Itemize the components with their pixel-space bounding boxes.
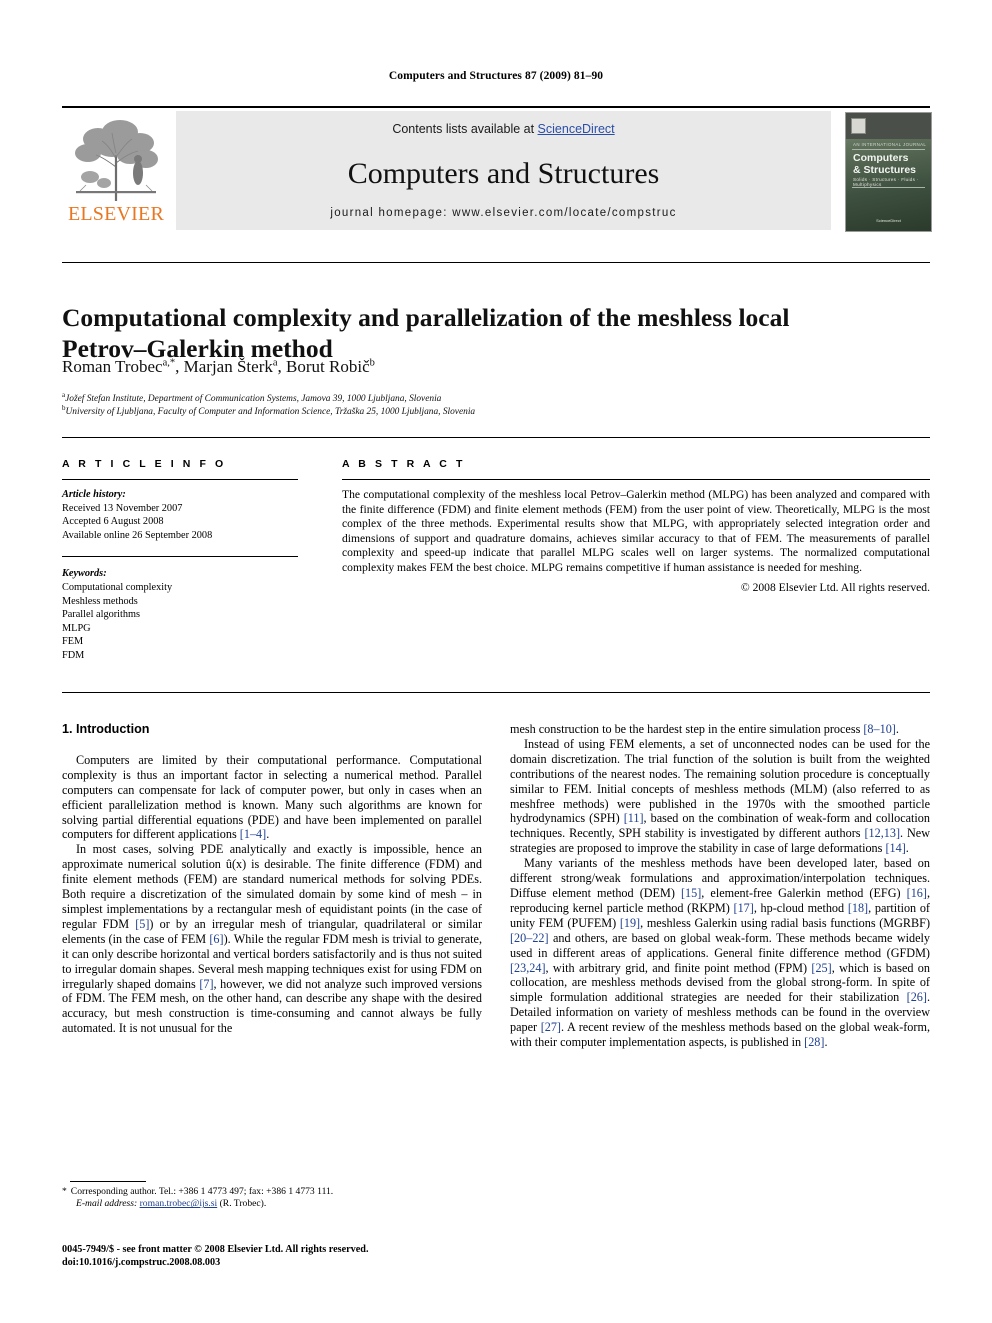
paragraph: Many variants of the meshless methods ha… xyxy=(510,856,931,1050)
section-heading-introduction: 1. Introduction xyxy=(62,722,150,736)
article-info-rule xyxy=(62,479,298,480)
elsevier-wordmark: ELSEVIER xyxy=(67,203,165,225)
email-link[interactable]: roman.trobec@ijs.si xyxy=(140,1198,218,1209)
keywords-label: Keywords: xyxy=(62,568,107,580)
abstract-rule xyxy=(342,479,930,480)
cover-footer: ScienceDirect xyxy=(876,218,901,223)
citation-ref[interactable]: [17] xyxy=(734,901,754,915)
article-history-group: Article history: Received 13 November 20… xyxy=(62,488,298,542)
article-title: Computational complexity and paralleliza… xyxy=(62,303,790,364)
history-available-online: Available online 26 September 2008 xyxy=(62,529,213,541)
citation-ref[interactable]: [28] xyxy=(804,1035,824,1049)
cover-pretitle: AN INTERNATIONAL JOURNAL xyxy=(853,142,927,147)
author-name: Borut Robič xyxy=(286,357,370,376)
cover-publisher-mark xyxy=(851,118,866,134)
citation-ref[interactable]: [15] xyxy=(681,886,701,900)
article-info-heading: A R T I C L E I N F O xyxy=(62,458,227,470)
contents-line: Contents lists available at ScienceDirec… xyxy=(176,122,831,136)
article-info-column: A R T I C L E I N F O Article history: R… xyxy=(62,458,298,677)
affiliation-text: Jožef Stefan Institute, Department of Co… xyxy=(65,394,442,405)
email-label: E-mail address: xyxy=(76,1198,138,1210)
affiliation: aJožef Stefan Institute, Department of C… xyxy=(62,391,862,404)
cover-subtitle: Solids · Structures · Fluids · Multiphys… xyxy=(853,177,919,187)
author-marks: b xyxy=(369,357,375,369)
citation-ref[interactable]: [27] xyxy=(541,1020,561,1034)
abstract-copyright: © 2008 Elsevier Ltd. All rights reserved… xyxy=(740,580,930,594)
citation-ref[interactable]: [8–10] xyxy=(863,722,896,736)
keyword-item: MLPG xyxy=(62,622,91,634)
paragraph: Computers are limited by their computati… xyxy=(62,752,482,842)
journal-title: Computers and Structures xyxy=(347,157,660,190)
keyword-item: FDM xyxy=(62,649,85,661)
article-info-separator xyxy=(62,556,298,558)
elsevier-logo: ELSEVIER xyxy=(62,115,170,229)
citation-ref[interactable]: [11] xyxy=(624,811,644,825)
cover-rule-top xyxy=(852,149,925,150)
footnote: * Corresponding author. Tel.: +386 1 4773… xyxy=(62,1186,482,1211)
abstract-text: The computational complexity of the mesh… xyxy=(342,488,930,574)
elsevier-tree-icon xyxy=(68,115,164,203)
citation-ref[interactable]: [23,24] xyxy=(510,961,546,975)
footnote-line-corresponding: * Corresponding author. Tel.: +386 1 4773… xyxy=(62,1186,482,1198)
author-name: Marjan Šterk xyxy=(183,357,273,376)
paragraph: In most cases, solving PDE analytically … xyxy=(62,842,482,1036)
citation-ref[interactable]: [19] xyxy=(620,916,640,930)
article-history-label: Article history: xyxy=(62,489,126,500)
keyword-item: FEM xyxy=(62,636,84,648)
abstract-block-bottom-divider xyxy=(62,692,930,693)
title-divider xyxy=(62,262,930,263)
citation-ref[interactable]: [14] xyxy=(885,841,905,855)
banner-center-panel: Contents lists available at ScienceDirec… xyxy=(176,111,831,230)
footnote-text: Corresponding author. Tel.: +386 1 4773 … xyxy=(70,1186,334,1197)
keyword-item: Parallel algorithms xyxy=(62,609,141,621)
citation-ref[interactable]: [18] xyxy=(848,901,868,915)
citation-ref[interactable]: [20–22] xyxy=(510,931,549,945)
footnote-line-email: E-mail address: roman.trobec@ijs.si (R. … xyxy=(62,1198,482,1210)
doi-line: doi:10.1016/j.compstruc.2008.08.003 xyxy=(62,1257,221,1268)
contents-prefix: Contents lists available at xyxy=(392,122,538,136)
keyword-item: Meshless methods xyxy=(62,595,138,607)
email-suffix: (R. Trobec). xyxy=(219,1198,267,1210)
author-name: Roman Trobec xyxy=(62,357,163,376)
abstract-block-top-divider xyxy=(62,437,930,438)
affiliation: bUniversity of Ljubljana, Faculty of Com… xyxy=(62,404,862,417)
running-head: Computers and Structures 87 (2009) 81–90 xyxy=(388,70,604,82)
paragraph: mesh construction to be the hardest step… xyxy=(510,722,899,736)
journal-banner: ELSEVIER Contents lists available at Sci… xyxy=(62,106,932,232)
affiliation-text: University of Ljubljana, Faculty of Comp… xyxy=(65,407,476,418)
citation-ref[interactable]: [6] xyxy=(209,932,223,946)
issn-frontmatter-line: 0045-7949/$ - see front matter © 2008 El… xyxy=(62,1244,369,1255)
citation-ref[interactable]: [1–4] xyxy=(240,827,266,841)
paper-page: Computers and Structures 87 (2009) 81–90 xyxy=(0,0,992,1323)
imprint-block: 0045-7949/$ - see front matter © 2008 El… xyxy=(62,1243,492,1269)
body-column-left: 1. Introduction Computers are limited by… xyxy=(62,722,482,1036)
cover-rule-bottom xyxy=(852,187,925,188)
cover-title-line1: Computers xyxy=(853,152,909,164)
author-marks: a,* xyxy=(162,357,176,369)
author-marks: a xyxy=(272,357,278,369)
sciencedirect-link[interactable]: ScienceDirect xyxy=(538,122,615,136)
footnote-marker: * xyxy=(62,1186,67,1197)
footnote-divider xyxy=(70,1181,146,1182)
keywords-group: Keywords: Computational complexity Meshl… xyxy=(62,567,298,662)
journal-homepage[interactable]: journal homepage: www.elsevier.com/locat… xyxy=(176,207,831,219)
journal-cover-thumbnail: AN INTERNATIONAL JOURNAL Computers & Str… xyxy=(845,112,932,232)
body-column-right: mesh construction to be the hardest step… xyxy=(510,722,930,1050)
citation-ref[interactable]: [12,13] xyxy=(864,826,900,840)
history-accepted: Accepted 6 August 2008 xyxy=(62,516,164,528)
citation-ref[interactable]: [7] xyxy=(199,977,213,991)
abstract-column: A B S T R A C T The computational comple… xyxy=(342,458,930,594)
citation-ref[interactable]: [25] xyxy=(811,961,831,975)
keyword-item: Computational complexity xyxy=(62,581,173,593)
citation-ref[interactable]: [16] xyxy=(907,886,927,900)
citation-ref[interactable]: [5] xyxy=(135,917,149,931)
paragraph: Instead of using FEM elements, a set of … xyxy=(510,736,930,856)
author-list: Roman Trobeca,*, Marjan Šterka, Borut Ro… xyxy=(62,357,375,376)
abstract-heading: A B S T R A C T xyxy=(342,458,466,470)
history-received: Received 13 November 2007 xyxy=(62,502,183,514)
citation-ref[interactable]: [26] xyxy=(907,990,927,1004)
cover-title-line2: & Structures xyxy=(853,164,917,176)
